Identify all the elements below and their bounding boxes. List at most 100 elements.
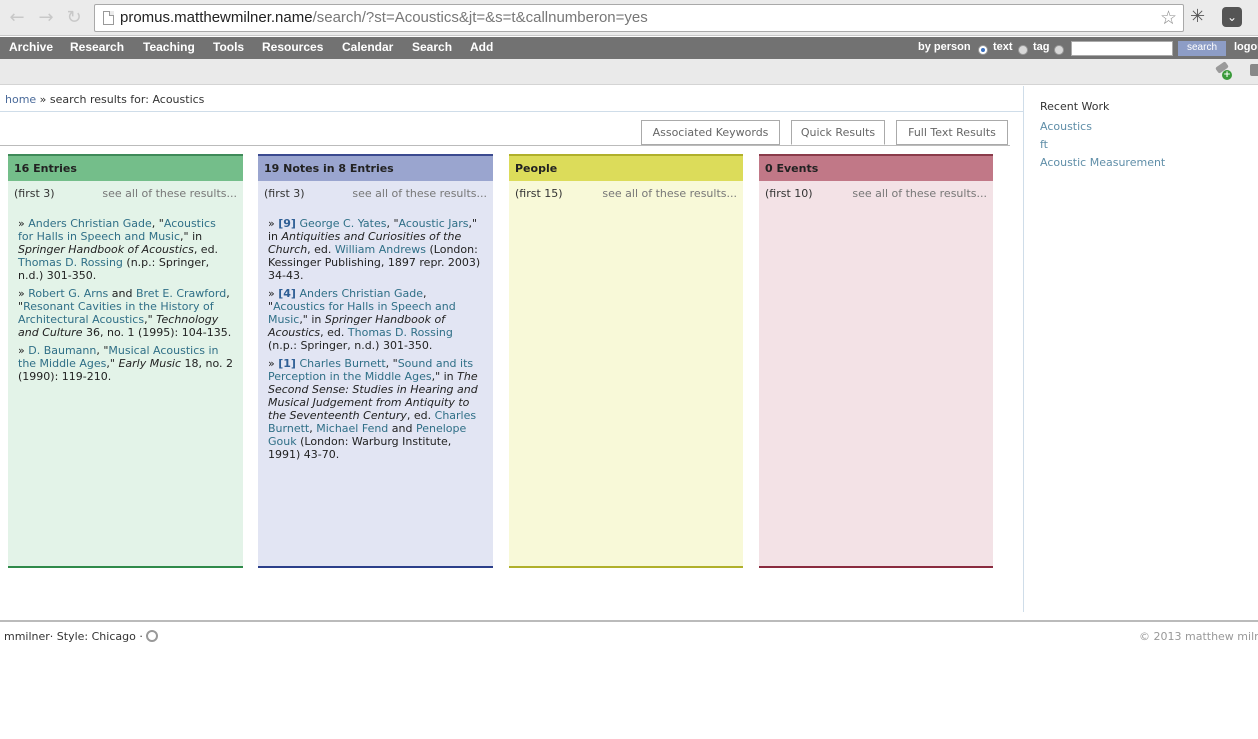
- list-item: » D. Baumann, "Musical Acoustics in the …: [18, 344, 234, 383]
- notes-subheader: (first 3) see all of these results...: [258, 181, 493, 209]
- site-nav: Archive Research Teaching Tools Resource…: [0, 37, 1258, 59]
- events-first-count: (first 10): [765, 187, 813, 200]
- events-heading: 0 Events: [759, 154, 993, 181]
- sidebar-link-acoustic-measurement[interactable]: Acoustic Measurement: [1040, 156, 1165, 169]
- reload-icon[interactable]: ↻: [64, 8, 84, 28]
- entries-heading: 16 Entries: [8, 154, 243, 181]
- events-subheader: (first 10) see all of these results...: [759, 181, 993, 209]
- nav-tools[interactable]: Tools: [213, 40, 244, 54]
- journal-title: Early Music: [118, 357, 182, 370]
- forward-arrow-icon[interactable]: →: [36, 8, 56, 28]
- tool-icon[interactable]: [1250, 64, 1258, 76]
- entries-see-all-link[interactable]: see all of these results...: [102, 187, 237, 200]
- nav-calendar[interactable]: Calendar: [342, 40, 393, 54]
- editor-link[interactable]: Thomas D. Rossing: [348, 326, 453, 339]
- events-see-all-link[interactable]: see all of these results...: [852, 187, 987, 200]
- url-text[interactable]: promus.matthewmilner.name/search/?st=Aco…: [120, 9, 648, 26]
- bug-icon[interactable]: ✳: [1190, 7, 1205, 27]
- publication-info: (n.p.: Springer, n.d.) 301-350.: [268, 339, 433, 352]
- address-bar[interactable]: promus.matthewmilner.name/search/?st=Aco…: [94, 4, 1184, 32]
- notes-first-count: (first 3): [264, 187, 305, 200]
- search-by-person-label: by person: [918, 41, 971, 53]
- breadcrumb-divider: [0, 111, 1023, 112]
- radio-tag[interactable]: [1054, 45, 1064, 55]
- author-link[interactable]: D. Baumann: [28, 344, 96, 357]
- people-subheader: (first 15) see all of these results...: [509, 181, 743, 209]
- tab-quick-results[interactable]: Quick Results: [791, 120, 885, 145]
- footer-user-style: mmilner· Style: Chicago ·: [4, 630, 143, 643]
- radio-person[interactable]: [978, 45, 988, 55]
- list-item: » [1] Charles Burnett, "Sound and its Pe…: [268, 357, 478, 461]
- conjunction: and: [391, 422, 413, 435]
- sidebar-divider: [1023, 86, 1024, 612]
- author-link[interactable]: Anders Christian Gade: [299, 287, 423, 300]
- editor-link[interactable]: Thomas D. Rossing: [18, 256, 123, 269]
- notes-see-all-link[interactable]: see all of these results...: [352, 187, 487, 200]
- conjunction: and: [111, 287, 133, 300]
- tabs-divider: [0, 145, 1010, 146]
- breadcrumb-home[interactable]: home: [5, 93, 36, 106]
- note-number-link[interactable]: [1]: [278, 357, 296, 370]
- entries-column: 16 Entries (first 3) see all of these re…: [8, 154, 243, 568]
- author-link[interactable]: Anders Christian Gade: [28, 217, 152, 230]
- sidebar-title: Recent Work: [1040, 100, 1110, 113]
- notes-heading: 19 Notes in 8 Entries: [258, 154, 493, 181]
- list-item: » Robert G. Arns and Bret E. Crawford, "…: [18, 287, 232, 339]
- author-link[interactable]: George C. Yates: [299, 217, 386, 230]
- nav-archive[interactable]: Archive: [9, 40, 53, 54]
- people-heading: People: [509, 154, 743, 181]
- notes-list: » [9] George C. Yates, "Acoustic Jars," …: [258, 209, 493, 461]
- breadcrumb-separator: »: [36, 93, 50, 106]
- sidebar-link-ft[interactable]: ft: [1040, 138, 1048, 151]
- back-arrow-icon[interactable]: ←: [7, 8, 27, 28]
- sidebar-link-acoustics[interactable]: Acoustics: [1040, 120, 1092, 133]
- tab-associated-keywords[interactable]: Associated Keywords: [641, 120, 780, 145]
- nav-search[interactable]: Search: [412, 40, 452, 54]
- rss-icon[interactable]: [145, 630, 158, 642]
- entries-list: » Anders Christian Gade, "Acoustics for …: [8, 209, 243, 383]
- tab-full-text-results[interactable]: Full Text Results: [896, 120, 1008, 145]
- note-number-link[interactable]: [9]: [278, 217, 296, 230]
- list-item: » [9] George C. Yates, "Acoustic Jars," …: [268, 217, 481, 282]
- browser-toolbar: ← → ↻ promus.matthewmilner.name/search/?…: [0, 0, 1258, 36]
- events-column: 0 Events (first 10) see all of these res…: [759, 154, 993, 568]
- pocket-icon[interactable]: ⌄: [1222, 7, 1242, 27]
- url-host: promus.matthewmilner.name: [120, 9, 313, 26]
- footer-left: mmilner· Style: Chicago ·: [4, 630, 158, 643]
- star-icon[interactable]: ☆: [1160, 7, 1177, 29]
- title-link[interactable]: Acoustic Jars: [399, 217, 469, 230]
- people-see-all-link[interactable]: see all of these results...: [602, 187, 737, 200]
- people-column: People (first 15) see all of these resul…: [509, 154, 743, 568]
- author-link[interactable]: Bret E. Crawford: [136, 287, 226, 300]
- nav-add[interactable]: Add: [470, 40, 493, 54]
- radio-text-label: text: [993, 41, 1013, 53]
- author-link[interactable]: Charles Burnett: [299, 357, 385, 370]
- nav-teaching[interactable]: Teaching: [143, 40, 195, 54]
- list-item: » [4] Anders Christian Gade, "Acoustics …: [268, 287, 456, 352]
- radio-text[interactable]: [1018, 45, 1028, 55]
- book-title: Springer Handbook of Acoustics: [18, 243, 194, 256]
- url-path: /search/?st=Acoustics&jt=&s=t&callnumber…: [312, 9, 648, 26]
- radio-tag-label: tag: [1033, 41, 1050, 53]
- page-icon: [103, 11, 114, 25]
- people-first-count: (first 15): [515, 187, 563, 200]
- nav-resources[interactable]: Resources: [262, 40, 323, 54]
- entries-subheader: (first 3) see all of these results...: [8, 181, 243, 209]
- author-link[interactable]: Robert G. Arns: [28, 287, 108, 300]
- breadcrumb: home » search results for: Acoustics: [5, 93, 204, 106]
- editor-link[interactable]: Michael Fend: [316, 422, 388, 435]
- eraser-add-icon[interactable]: +: [1214, 61, 1232, 80]
- nav-research[interactable]: Research: [70, 40, 124, 54]
- breadcrumb-current: search results for: Acoustics: [49, 93, 205, 106]
- note-number-link[interactable]: [4]: [278, 287, 296, 300]
- entries-first-count: (first 3): [14, 187, 55, 200]
- footer-divider: [0, 620, 1258, 622]
- logout-link[interactable]: logout: [1234, 41, 1258, 53]
- notes-column: 19 Notes in 8 Entries (first 3) see all …: [258, 154, 493, 568]
- list-item: » Anders Christian Gade, "Acoustics for …: [18, 217, 219, 282]
- search-button[interactable]: search: [1178, 41, 1226, 56]
- search-input[interactable]: [1071, 41, 1173, 56]
- footer-copyright: © 2013 matthew milner: [1139, 630, 1258, 643]
- editor-link[interactable]: William Andrews: [335, 243, 426, 256]
- publication-info: 36, no. 1 (1995): 104-135.: [85, 326, 232, 339]
